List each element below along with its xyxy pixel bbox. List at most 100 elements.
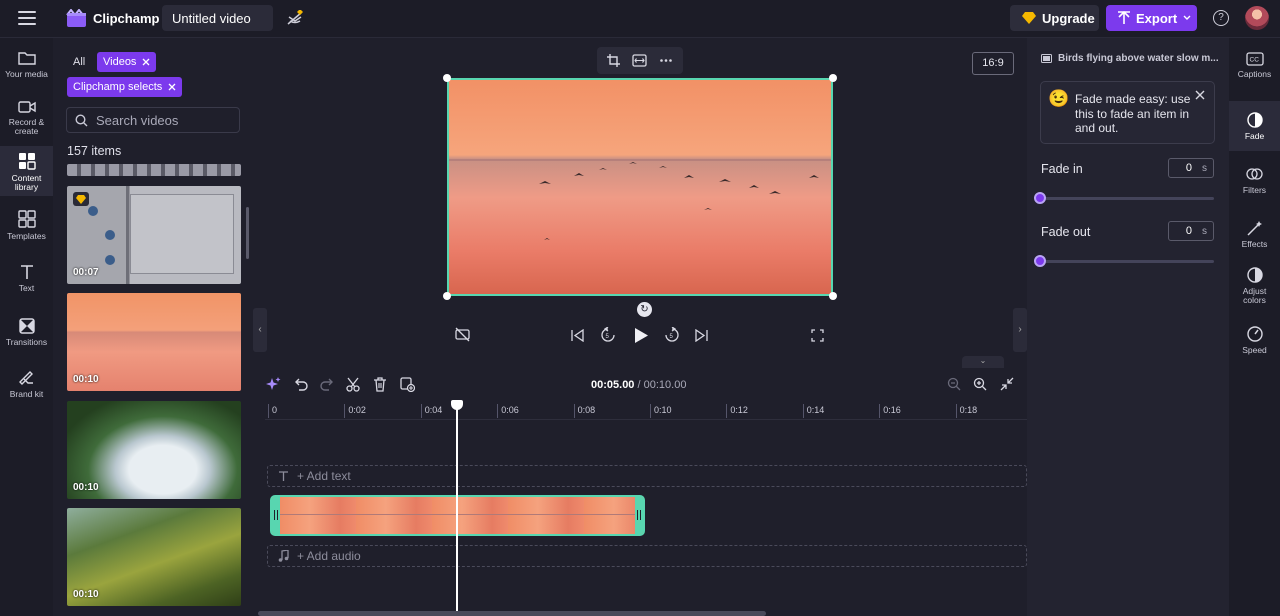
filters-icon bbox=[1246, 166, 1263, 182]
crop-icon[interactable] bbox=[607, 54, 620, 67]
undo-icon[interactable] bbox=[294, 377, 308, 391]
help-icon[interactable]: ? bbox=[1213, 10, 1229, 26]
library-icon bbox=[18, 152, 36, 170]
hide-preview-icon[interactable] bbox=[455, 327, 470, 342]
nav-filters[interactable]: Filters bbox=[1229, 166, 1280, 195]
svg-text:CC: CC bbox=[1249, 57, 1259, 64]
project-title-input[interactable]: Untitled video bbox=[162, 5, 273, 31]
brand-kit-premium-icon[interactable] bbox=[285, 9, 305, 29]
resize-handle-br[interactable] bbox=[829, 292, 837, 300]
media-thumbnail-partial[interactable] bbox=[67, 164, 241, 176]
timeline-tick-label: 0 bbox=[272, 405, 277, 415]
fade-in-slider-knob[interactable] bbox=[1034, 192, 1046, 204]
nav-captions[interactable]: CC Captions bbox=[1229, 52, 1280, 79]
fade-out-label: Fade out bbox=[1041, 225, 1090, 239]
nav-templates[interactable]: Templates bbox=[0, 210, 53, 241]
redo-icon[interactable] bbox=[320, 377, 334, 391]
fade-out-value: 0 bbox=[1186, 225, 1192, 237]
skip-forward-icon[interactable] bbox=[695, 329, 708, 342]
nav-record-create[interactable]: Record & create bbox=[0, 100, 53, 136]
timeline-tick-mark bbox=[726, 404, 727, 418]
timeline-scrollbar[interactable] bbox=[258, 611, 766, 616]
fit-timeline-icon[interactable] bbox=[1000, 377, 1014, 391]
add-text-track[interactable]: + Add text bbox=[267, 465, 1027, 487]
nav-your-media[interactable]: Your media bbox=[0, 50, 53, 79]
media-thumbnail-terraces[interactable]: 00:10 bbox=[67, 508, 241, 606]
filter-all[interactable]: All bbox=[67, 52, 91, 72]
add-audio-track[interactable]: + Add audio bbox=[267, 545, 1027, 567]
timeline-tick-label: 0:06 bbox=[501, 405, 519, 415]
brand-kit-icon bbox=[19, 370, 35, 386]
resize-handle-tr[interactable] bbox=[829, 74, 837, 82]
nav-label: Record & create bbox=[7, 118, 47, 136]
item-count: 157 items bbox=[67, 144, 121, 158]
collapse-left-panel-button[interactable]: ‹ bbox=[253, 308, 267, 352]
close-icon[interactable] bbox=[142, 58, 150, 66]
clip-trim-left-handle[interactable] bbox=[272, 497, 280, 534]
filter-videos[interactable]: Videos bbox=[97, 52, 156, 72]
nav-label: Transitions bbox=[6, 337, 47, 347]
fade-in-input[interactable]: 0 s bbox=[1168, 158, 1214, 178]
zoom-in-icon[interactable] bbox=[973, 377, 987, 391]
aspect-ratio-button[interactable]: 16:9 bbox=[972, 52, 1014, 75]
fade-out-input[interactable]: 0 s bbox=[1168, 221, 1214, 241]
media-thumbnail-sunset[interactable]: 00:10 bbox=[67, 293, 241, 391]
camera-icon bbox=[18, 100, 36, 114]
media-scrollbar[interactable] bbox=[246, 207, 249, 259]
nav-transitions[interactable]: Transitions bbox=[0, 318, 53, 347]
rewind-5s-icon[interactable]: 5 bbox=[600, 327, 616, 343]
skip-back-icon[interactable] bbox=[571, 329, 584, 342]
nav-text[interactable]: Text bbox=[0, 264, 53, 293]
media-thumbnail-metal[interactable]: 00:07 bbox=[67, 186, 241, 284]
fade-out-slider-knob[interactable] bbox=[1034, 255, 1046, 267]
search-input[interactable]: Search videos bbox=[66, 107, 240, 133]
delete-icon[interactable] bbox=[373, 377, 387, 392]
filter-selects-label: Clipchamp selects bbox=[73, 81, 162, 93]
rotate-icon[interactable]: ↻ bbox=[637, 302, 652, 317]
avatar[interactable] bbox=[1245, 6, 1269, 30]
nav-label: Your media bbox=[5, 69, 48, 79]
fit-icon[interactable] bbox=[632, 54, 647, 67]
media-thumbnail-waterfall[interactable]: 00:10 bbox=[67, 401, 241, 499]
nav-brand-kit[interactable]: Brand kit bbox=[0, 370, 53, 399]
fade-out-slider-track[interactable] bbox=[1040, 260, 1214, 263]
upgrade-button[interactable]: Upgrade bbox=[1010, 5, 1099, 31]
filter-videos-label: Videos bbox=[103, 56, 136, 68]
nav-content-library[interactable]: Content library bbox=[0, 146, 53, 196]
nav-effects[interactable]: Effects bbox=[1229, 220, 1280, 249]
nav-label: Fade bbox=[1245, 131, 1264, 141]
timeline-tick-mark bbox=[803, 404, 804, 418]
fullscreen-icon[interactable] bbox=[811, 329, 824, 342]
video-preview[interactable] bbox=[447, 78, 833, 296]
duplicate-icon[interactable] bbox=[400, 377, 415, 392]
close-icon[interactable] bbox=[168, 83, 176, 91]
split-scissors-icon[interactable] bbox=[346, 377, 360, 392]
export-button[interactable]: Export bbox=[1106, 5, 1197, 31]
resize-handle-bl[interactable] bbox=[443, 292, 451, 300]
playhead[interactable] bbox=[456, 400, 458, 616]
timeline-tick-mark bbox=[497, 404, 498, 418]
filter-clipchamp-selects[interactable]: Clipchamp selects bbox=[67, 77, 182, 97]
nav-speed[interactable]: Speed bbox=[1229, 326, 1280, 355]
forward-5s-icon[interactable]: 5 bbox=[664, 327, 680, 343]
timeline-ruler[interactable] bbox=[265, 400, 1027, 420]
close-tip-icon[interactable] bbox=[1195, 90, 1205, 100]
nav-label: Adjust colors bbox=[1240, 287, 1270, 305]
magic-sparkle-icon[interactable] bbox=[266, 377, 281, 392]
fade-in-slider-track[interactable] bbox=[1040, 197, 1214, 200]
sunset-birds-frame bbox=[449, 80, 831, 294]
zoom-out-icon[interactable] bbox=[947, 377, 961, 391]
nav-adjust-colors[interactable]: Adjust colors bbox=[1229, 267, 1280, 305]
resize-handle-tl[interactable] bbox=[443, 74, 451, 82]
menu-icon[interactable] bbox=[18, 11, 36, 25]
timeline-tick-label: 0:14 bbox=[807, 405, 825, 415]
more-options-icon[interactable] bbox=[660, 59, 672, 62]
collapse-right-panel-button[interactable]: › bbox=[1013, 308, 1027, 352]
clip-trim-right-handle[interactable] bbox=[635, 497, 643, 534]
collapse-timeline-button[interactable]: ⌄ bbox=[962, 356, 1004, 368]
play-icon[interactable] bbox=[634, 327, 649, 344]
timeline-tick-label: 0:10 bbox=[654, 405, 672, 415]
nav-fade[interactable]: Fade bbox=[1229, 101, 1280, 151]
svg-text:5: 5 bbox=[606, 334, 610, 340]
effects-icon bbox=[1247, 220, 1263, 236]
